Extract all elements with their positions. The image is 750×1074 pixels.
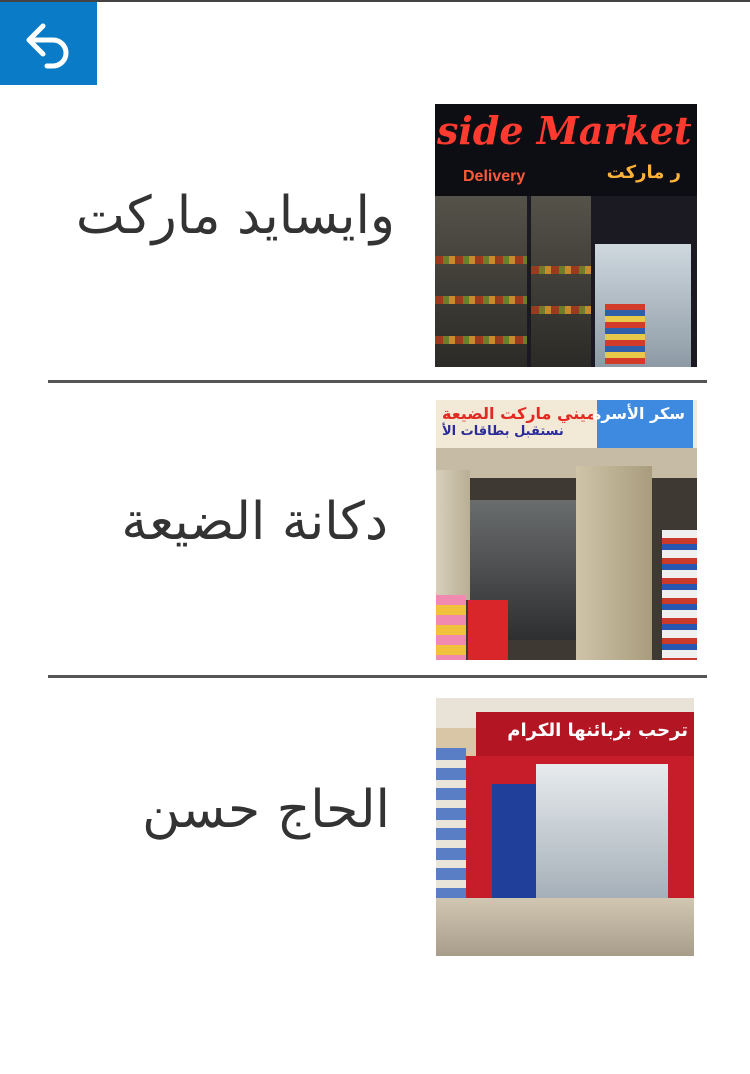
store-name: الحاج حسن: [142, 780, 390, 840]
product-rack: [662, 530, 697, 660]
sign-text-delivery: Delivery: [463, 168, 526, 185]
shop-shelf: [605, 304, 645, 364]
store-photo: ميني ماركت الضيعة نستقبل بطاقات الأ سكر …: [436, 400, 697, 660]
sign-text: ترحب بزبائنها الكرام: [507, 720, 688, 741]
sign-text: side Market: [437, 108, 692, 153]
shop-sign: ترحب بزبائنها الكرام: [476, 712, 694, 756]
sidewalk: [436, 898, 694, 956]
banner-ad: سكر الأسرة: [592, 400, 693, 450]
fridge: [468, 600, 508, 660]
curtain: [576, 466, 652, 660]
shop-window: [435, 196, 527, 367]
neighbor-shop: [436, 748, 466, 898]
sign-text-arabic: ر ماركت: [606, 162, 681, 183]
banner-ad-text: سكر الأسرة: [591, 404, 685, 423]
store-photo: ترحب بزبائنها الكرام: [436, 698, 694, 956]
back-button[interactable]: [0, 2, 97, 85]
divider: [48, 380, 707, 383]
shop-glass-door: [536, 764, 668, 904]
back-arrow-icon: [26, 23, 68, 68]
store-name: وايسايد ماركت: [75, 186, 395, 246]
divider: [48, 675, 707, 678]
shop-awning: [436, 448, 697, 478]
banner-text: ميني ماركت الضيعة: [442, 404, 597, 423]
store-photo: side Market Delivery ر ماركت: [435, 104, 697, 367]
snack-display: [436, 595, 466, 660]
shop-sign: side Market Delivery ر ماركت: [435, 104, 697, 196]
shop-window: [531, 196, 591, 367]
banner-subtext: نستقبل بطاقات الأ: [442, 424, 564, 439]
top-border: [0, 0, 750, 2]
store-name: دكانة الضيعة: [121, 492, 388, 552]
shop-banner: ميني ماركت الضيعة نستقبل بطاقات الأ سكر …: [436, 400, 697, 455]
curtain: [436, 470, 470, 600]
